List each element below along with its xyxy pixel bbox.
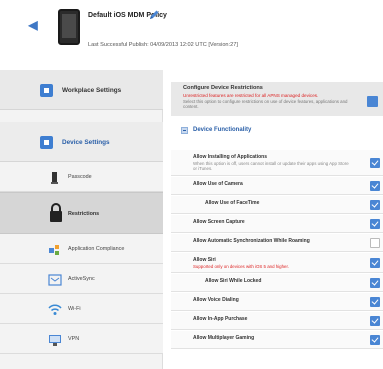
setting-checkbox[interactable] [370, 335, 380, 345]
activesync-icon [48, 274, 62, 286]
setting-row-allow-siri: Allow Siri Supported only on devices wit… [171, 253, 383, 273]
setting-title: Allow Multiplayer Gaming [193, 335, 255, 341]
setting-row-allow-screen-capture: Allow Screen Capture [171, 215, 383, 233]
sidebar-item-wifi[interactable]: Wi-Fi [0, 294, 163, 324]
sidebar-item-activesync[interactable]: ActiveSync [0, 264, 163, 294]
configure-title: Configure Device Restrictions [183, 85, 263, 91]
app-compliance-icon [49, 245, 59, 255]
restrictions-panel: Configure Device Restrictions Unrestrict… [171, 70, 383, 369]
setting-row-allow-camera: Allow Use of Camera [171, 177, 383, 195]
setting-title: Allow Use of FaceTime [205, 200, 260, 206]
lock-icon [50, 203, 62, 222]
setting-title: Allow Installing of Applications [193, 154, 267, 160]
setting-checkbox[interactable] [370, 158, 380, 168]
vpn-icon [49, 335, 61, 346]
sidebar-item-vpn[interactable]: VPN [0, 324, 163, 354]
back-arrow-icon[interactable]: ◀ [26, 18, 40, 32]
setting-title: Allow Use of Camera [193, 181, 243, 187]
section-title: Device Functionality [193, 127, 252, 133]
setting-checkbox[interactable] [370, 200, 380, 210]
setting-row-allow-installing-apps: Allow Installing of Applications When th… [171, 150, 383, 176]
setting-title: Allow Screen Capture [193, 219, 245, 225]
configure-restrictions-box: Configure Device Restrictions Unrestrict… [171, 82, 383, 116]
sidebar-section-workplace-settings[interactable]: Workplace Settings [0, 70, 163, 110]
configure-description: Select this option to configure restrict… [183, 99, 348, 110]
setting-checkbox[interactable] [370, 219, 380, 229]
setting-description: When this option is off, users cannot in… [193, 161, 349, 172]
sidebar-section-device-settings[interactable]: Device Settings [0, 122, 163, 162]
gear-icon [40, 84, 53, 97]
passcode-icon [51, 172, 58, 184]
device-settings-icon [40, 136, 53, 149]
setting-row-allow-siri-locked: Allow Siri While Locked [171, 274, 383, 292]
setting-title: Allow Voice Dialing [193, 297, 239, 303]
setting-title: Allow Siri [193, 257, 216, 263]
setting-title: Allow In-App Purchase [193, 316, 248, 322]
sidebar-item-label: VPN [68, 336, 80, 342]
sidebar-item-application-compliance[interactable]: Application Compliance [0, 234, 163, 264]
setting-checkbox[interactable] [370, 278, 380, 288]
sidebar-item-label: Restrictions [68, 211, 100, 217]
setting-row-allow-facetime: Allow Use of FaceTime [171, 196, 383, 214]
setting-row-allow-auto-sync-roaming: Allow Automatic Synchronization While Ro… [171, 234, 383, 252]
sidebar-section-label: Workplace Settings [62, 87, 122, 94]
sidebar-item-label: Passcode [68, 174, 92, 180]
mobile-device-icon [58, 9, 80, 45]
edit-pencil-icon[interactable] [148, 9, 160, 21]
setting-checkbox[interactable] [370, 238, 380, 248]
sidebar-item-label: ActiveSync [68, 276, 95, 282]
device-functionality-header[interactable]: Device Functionality [171, 124, 383, 138]
setting-row-allow-in-app-purchase: Allow In-App Purchase [171, 312, 383, 330]
sidebar-section-label: Device Settings [62, 139, 110, 146]
configure-warning: Unrestricted features are restricted for… [183, 93, 319, 98]
setting-checkbox[interactable] [370, 297, 380, 307]
policy-header: ◀ Default iOS MDM Policy Last Successful… [0, 0, 383, 58]
setting-row-allow-voice-dialing: Allow Voice Dialing [171, 293, 383, 311]
setting-checkbox[interactable] [370, 316, 380, 326]
sidebar-item-label: Application Compliance [68, 246, 125, 252]
collapse-icon[interactable] [181, 127, 188, 134]
configure-restrictions-checkbox[interactable] [367, 96, 378, 107]
setting-checkbox[interactable] [370, 181, 380, 191]
sidebar-item-restrictions[interactable]: Restrictions [0, 192, 163, 234]
setting-title: Allow Automatic Synchronization While Ro… [193, 238, 310, 244]
setting-title: Allow Siri While Locked [205, 278, 262, 284]
setting-row-allow-multiplayer-gaming: Allow Multiplayer Gaming [171, 331, 383, 349]
wifi-icon [48, 304, 62, 315]
publish-info: Last Successful Publish: 04/09/2013 12:0… [88, 42, 238, 48]
setting-warning: Supported only on devices with iOS 5 and… [193, 264, 289, 269]
sidebar-item-label: Wi-Fi [68, 306, 81, 312]
sidebar: Workplace Settings Device Settings Passc… [0, 70, 163, 369]
sidebar-item-passcode[interactable]: Passcode [0, 162, 163, 192]
setting-checkbox[interactable] [370, 258, 380, 268]
